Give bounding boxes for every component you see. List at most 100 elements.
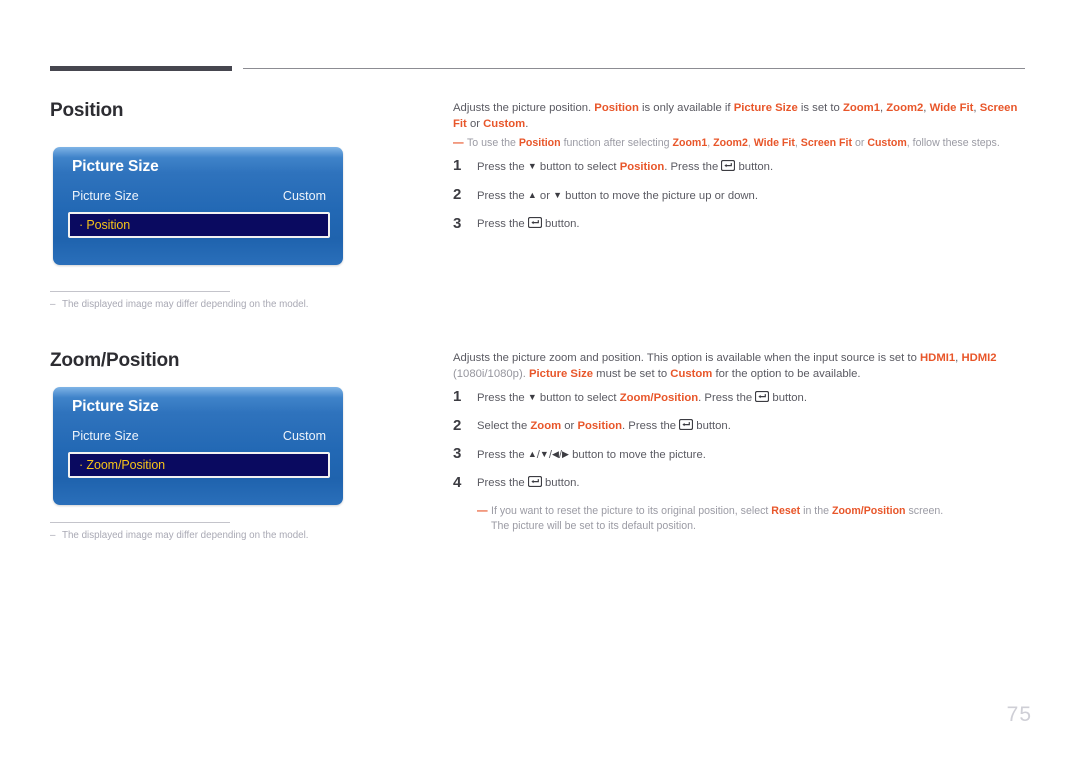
osd-title: Picture Size bbox=[72, 158, 159, 175]
step-text-fragment: Press the bbox=[477, 392, 528, 404]
intro-text: is only available if bbox=[638, 102, 734, 114]
step-text-fragment: button to select bbox=[536, 161, 620, 173]
down-triangle-icon: ▼ bbox=[553, 190, 563, 200]
enter-button-icon bbox=[721, 160, 736, 171]
intro-text: must be set to bbox=[593, 368, 671, 380]
intro-term-hdmi2: HDMI2 bbox=[961, 352, 997, 364]
note-term-zoom1: Zoom1 bbox=[672, 137, 708, 149]
footnote-model-disclaimer: – The displayed image may differ dependin… bbox=[50, 299, 309, 310]
intro-text: Adjusts the picture zoom and position. T… bbox=[453, 352, 920, 364]
step-number: 2 bbox=[453, 186, 462, 203]
step-item: 2 Select the Zoom or Position. Press the… bbox=[453, 417, 1033, 434]
step-text-fragment: Press the bbox=[477, 190, 528, 202]
footnote-text: The displayed image may differ depending… bbox=[62, 530, 309, 541]
step-text-fragment: or bbox=[536, 190, 554, 202]
step-term-position: Position bbox=[577, 420, 623, 432]
step-text-fragment: button to select bbox=[536, 392, 620, 404]
down-triangle-icon: ▼ bbox=[527, 161, 537, 171]
down-triangle-icon: ▼ bbox=[527, 392, 537, 402]
step-term-zoom-position: Zoom/Position bbox=[619, 392, 699, 404]
footnote-dash: – bbox=[50, 530, 56, 541]
step-text-fragment: Press the bbox=[477, 477, 528, 489]
note-term-custom: Custom bbox=[867, 137, 907, 149]
step-text-fragment: button to move the picture up or down. bbox=[562, 190, 758, 202]
step-text-fragment: . Press the bbox=[698, 392, 756, 404]
note-text: To use the bbox=[467, 137, 519, 149]
step-term-position: Position bbox=[619, 161, 665, 173]
up-triangle-icon: ▲ bbox=[527, 449, 537, 459]
step-text-fragment: Select the bbox=[477, 420, 531, 432]
step-number: 3 bbox=[453, 215, 462, 232]
step-text-fragment: button. bbox=[541, 477, 580, 489]
steps-list-position: 1 Press the ▼ button to select Position.… bbox=[453, 157, 1033, 232]
intro-text: (1080i/1080p). bbox=[453, 368, 529, 380]
intro-text: or bbox=[466, 118, 484, 130]
step-number: 2 bbox=[453, 417, 462, 434]
intro-text: Adjusts the picture position. bbox=[453, 102, 595, 114]
page-number: 75 bbox=[1006, 703, 1032, 726]
enter-button-icon bbox=[527, 476, 542, 487]
header-rule-thin bbox=[243, 68, 1025, 69]
osd-highlighted-item-zoom-position[interactable]: · Zoom/Position bbox=[68, 452, 330, 478]
step-number: 4 bbox=[453, 474, 462, 491]
note-text: in the bbox=[800, 505, 832, 517]
step-text: Press the ▲ or ▼ button to move the pict… bbox=[477, 188, 758, 204]
step-text-fragment: button to move the picture. bbox=[568, 449, 706, 461]
note-dash-icon: — bbox=[477, 505, 488, 517]
steps-list-zoom-position: 1 Press the ▼ button to select Zoom/Posi… bbox=[453, 389, 1033, 534]
note-term-screen-fit: Screen Fit bbox=[800, 137, 852, 149]
intro-text: for the option to be available. bbox=[712, 368, 861, 380]
note-term-zoom-position: Zoom/Position bbox=[831, 505, 906, 517]
osd-row-value: Custom bbox=[282, 189, 326, 203]
footnote-text: The displayed image may differ depending… bbox=[62, 299, 309, 310]
step-item: 1 Press the ▼ button to select Zoom/Posi… bbox=[453, 389, 1033, 406]
intro-term-zoom2: Zoom2 bbox=[886, 102, 924, 114]
step-text-fragment: button. bbox=[693, 420, 731, 432]
osd-row-picture-size[interactable]: Picture Size Custom bbox=[72, 189, 326, 203]
intro-paragraph-position: Adjusts the picture position. Position i… bbox=[453, 100, 1033, 132]
right-triangle-icon: ▶ bbox=[562, 449, 569, 459]
footnote-divider bbox=[50, 291, 230, 292]
step-number: 3 bbox=[453, 445, 462, 462]
note-text: function after selecting bbox=[560, 137, 673, 149]
step-text: Press the ▼ button to select Position. P… bbox=[477, 159, 773, 175]
page-title-zoom-position: Zoom/Position bbox=[50, 350, 180, 371]
intro-term-hdmi1: HDMI1 bbox=[920, 352, 956, 364]
note-text: or bbox=[852, 137, 868, 149]
osd-row-value: Custom bbox=[282, 429, 326, 443]
enter-button-icon bbox=[755, 391, 770, 402]
step-text-fragment: Press the bbox=[477, 449, 528, 461]
intro-term-custom: Custom bbox=[483, 118, 526, 130]
step-text-fragment: or bbox=[561, 420, 578, 432]
osd-menu-position: Picture Size Picture Size Custom · Posit… bbox=[53, 147, 343, 265]
step-text-fragment: Press the bbox=[477, 218, 528, 230]
osd-highlighted-item-position[interactable]: · Position bbox=[68, 212, 330, 238]
note-text: If you want to reset the picture to its … bbox=[491, 505, 772, 517]
step-item: 2 Press the ▲ or ▼ button to move the pi… bbox=[453, 186, 1033, 204]
page-title-position: Position bbox=[50, 100, 124, 121]
intro-term-position: Position bbox=[594, 102, 639, 114]
note-dash-icon: — bbox=[453, 137, 464, 149]
step-text: Press the button. bbox=[477, 217, 580, 232]
left-triangle-icon: ◀ bbox=[551, 449, 559, 459]
step-item: 3 Press the button. bbox=[453, 215, 1033, 232]
enter-button-icon bbox=[679, 419, 694, 430]
note-text: screen. bbox=[905, 505, 944, 517]
step-text-fragment: button. bbox=[541, 218, 580, 230]
body-column-position: Adjusts the picture position. Position i… bbox=[453, 100, 1033, 245]
step-text-fragment: Press the bbox=[477, 161, 528, 173]
note-term-zoom2: Zoom2 bbox=[713, 137, 748, 149]
note-position-usage: — To use the Position function after sele… bbox=[453, 136, 1033, 151]
osd-title: Picture Size bbox=[72, 398, 159, 415]
body-column-zoom-position: Adjusts the picture zoom and position. T… bbox=[453, 350, 1033, 534]
footnote-model-disclaimer: – The displayed image may differ dependin… bbox=[50, 530, 309, 541]
note-text: , follow these steps. bbox=[906, 137, 1000, 149]
intro-text: is set to bbox=[797, 102, 843, 114]
step-number: 1 bbox=[453, 157, 462, 174]
note-term-wide-fit: Wide Fit bbox=[753, 137, 795, 149]
note-reset-instruction: — If you want to reset the picture to its… bbox=[477, 504, 1033, 534]
header-rule-thick bbox=[50, 66, 232, 71]
step-text-fragment: button. bbox=[769, 392, 807, 404]
osd-row-picture-size[interactable]: Picture Size Custom bbox=[72, 429, 326, 443]
footnote-dash: – bbox=[50, 299, 56, 310]
